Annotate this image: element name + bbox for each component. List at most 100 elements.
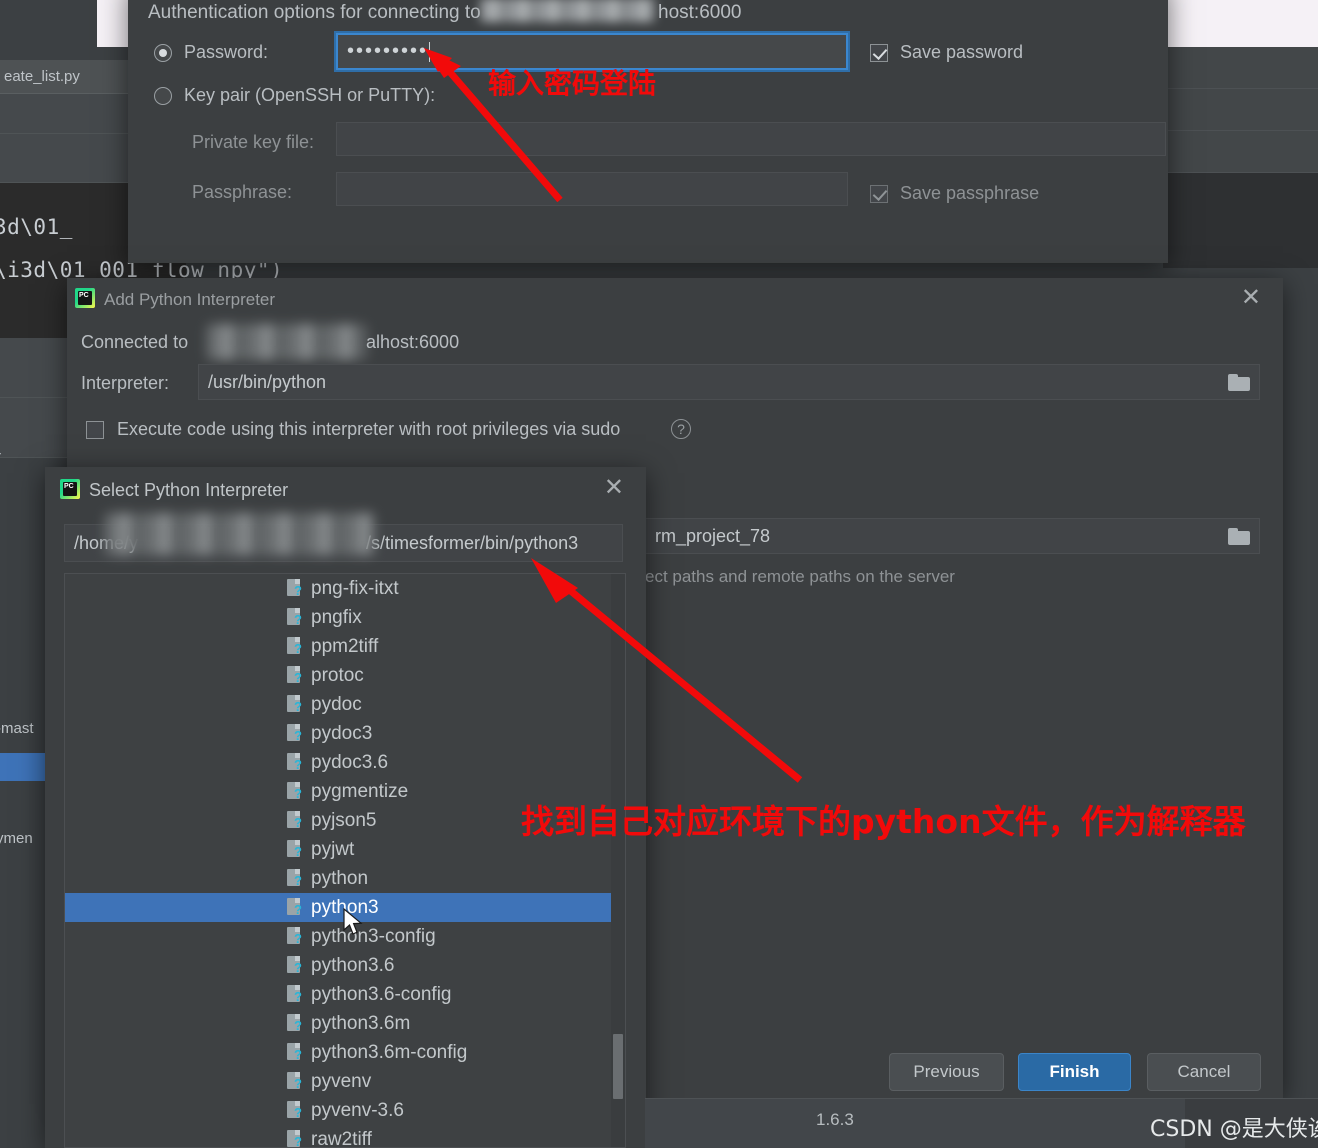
csdn-watermark: CSDN @是大侠诶 [1150,1117,1318,1142]
list-item[interactable]: ? pyvenv [65,1067,625,1096]
list-item-label: pyjson5 [311,809,377,831]
list-item[interactable]: ? pngfix [65,603,625,632]
ide-right-row [1163,131,1318,173]
unknown-file-icon: ? [287,897,304,918]
ide-tree-item[interactable]: ymen [0,830,33,847]
password-label: Password: [184,42,269,62]
unknown-file-icon: ? [287,1100,304,1121]
keypair-radio[interactable] [154,86,172,105]
ide-tree-item[interactable]: -mast [0,720,34,737]
ide-right-row [1163,47,1318,89]
remote-path-input[interactable]: rm_project_78 [645,518,1260,554]
finish-button[interactable]: Finish [1018,1053,1131,1091]
unknown-file-icon: ? [287,1071,304,1092]
list-item-label: python3.6m [311,1012,411,1034]
passphrase-label: Passphrase: [192,182,293,202]
list-item-label: python [311,867,369,889]
keypair-radio-row[interactable]: Key pair (OpenSSH or PuTTY): [154,85,435,106]
list-item-label: ppm2tiff [311,635,379,657]
password-radio-row[interactable]: Password: [154,42,268,63]
interpreter-list[interactable]: ? png-fix-itxt? pngfix? ppm2tiff? protoc? pyd… [64,573,626,1148]
pycharm-icon: PC [60,479,80,499]
list-item[interactable]: ? protoc [65,661,625,690]
save-password-row[interactable]: Save password [870,42,1023,63]
list-item-label: python3-config [311,925,436,947]
list-item[interactable]: ? pyvenv-3.6 [65,1096,625,1125]
list-item-label: python3.6m-config [311,1041,468,1063]
browse-folder-icon[interactable] [1228,374,1250,391]
passphrase-input[interactable] [336,172,848,206]
connected-to-label: Connected to [81,332,189,352]
unknown-file-icon: ? [287,1013,304,1034]
unknown-file-icon: ? [287,1042,304,1063]
list-item[interactable]: ? pydoc3 [65,719,625,748]
annotation-text-1: 输入密码登陆 [488,67,657,100]
previous-button[interactable]: Previous [889,1053,1004,1091]
private-key-input[interactable] [336,122,1166,156]
mouse-cursor-icon [343,908,363,935]
ide-right-dark-area [1163,173,1318,268]
close-icon[interactable]: ✕ [604,476,624,500]
list-item-label: pyvenv [311,1070,372,1092]
password-radio[interactable] [154,43,172,62]
list-item[interactable]: ? pydoc3.6 [65,748,625,777]
list-item[interactable]: ? pydoc [65,690,625,719]
keypair-label: Key pair (OpenSSH or PuTTY): [184,85,436,105]
interpreter-label: Interpreter: [81,373,170,393]
list-item[interactable]: ? python3.6m [65,1009,625,1038]
sudo-checkbox-row[interactable]: Execute code using this interpreter with… [86,419,620,440]
list-item[interactable]: ? python [65,864,625,893]
close-icon[interactable]: ✕ [1241,286,1261,310]
list-scrollbar-thumb[interactable] [613,1034,623,1099]
list-item[interactable]: ? png-fix-itxt [65,574,625,603]
list-item[interactable]: ? python3.6m-config [65,1038,625,1067]
list-item-label: pyvenv-3.6 [311,1099,404,1121]
list-item[interactable]: ? python3.6 [65,951,625,980]
authentication-options-dialog: Authentication options for connecting to… [128,0,1168,263]
auth-header-suffix: host:6000 [658,2,742,23]
list-item-label: raw2tiff [311,1128,372,1148]
unknown-file-icon: ? [287,723,304,744]
unknown-file-icon: ? [287,810,304,831]
list-item[interactable]: ? python3.6-config [65,980,625,1009]
list-item-label: protoc [311,664,364,686]
unknown-file-icon: ? [287,607,304,628]
help-icon[interactable]: ? [671,419,691,439]
ide-bottom-bar [645,1098,1185,1148]
unknown-file-icon: ? [287,694,304,715]
ide-tree-item[interactable]: r [0,448,1,465]
list-item[interactable]: ? raw2tiff [65,1125,625,1148]
list-item-label: png-fix-itxt [311,577,399,599]
save-password-checkbox[interactable] [870,43,888,62]
save-passphrase-row[interactable]: Save passphrase [870,183,1039,204]
list-item-label: pygmentize [311,780,409,802]
list-item-label: pngfix [311,606,362,628]
remote-path-value: rm_project_78 [655,525,771,546]
ide-right-panel [1163,47,1318,173]
unknown-file-icon: ? [287,578,304,599]
password-value: ••••••••• [347,40,429,62]
ide-tree-selected-row[interactable] [0,753,46,781]
connected-host-redaction [207,324,367,360]
unknown-file-icon: ? [287,781,304,802]
cancel-button[interactable]: Cancel [1147,1053,1261,1091]
unknown-file-icon: ? [287,752,304,773]
path-redaction [105,513,375,555]
select-interpreter-title: Select Python Interpreter [89,480,289,500]
unknown-file-icon: ? [287,839,304,860]
interpreter-path-input[interactable]: /usr/bin/python [198,364,1260,400]
remote-path-hint: ect paths and remote paths on the server [645,567,955,586]
ide-right-row [1163,89,1318,131]
auth-header-label: Authentication options for connecting to [148,2,481,23]
list-item-label: pydoc [311,693,362,715]
sudo-checkbox[interactable] [86,420,104,439]
path-suffix: /s/timesformer/bin/python3 [366,532,579,553]
list-item-label: python3.6 [311,954,395,976]
connected-host-suffix: alhost:6000 [366,332,460,352]
list-item-label: pyjwt [311,838,355,860]
unknown-file-icon: ? [287,665,304,686]
save-passphrase-label: Save passphrase [900,183,1040,203]
remote-path-folder-icon[interactable] [1228,528,1250,545]
list-item[interactable]: ? ppm2tiff [65,632,625,661]
save-passphrase-checkbox[interactable] [870,184,888,203]
